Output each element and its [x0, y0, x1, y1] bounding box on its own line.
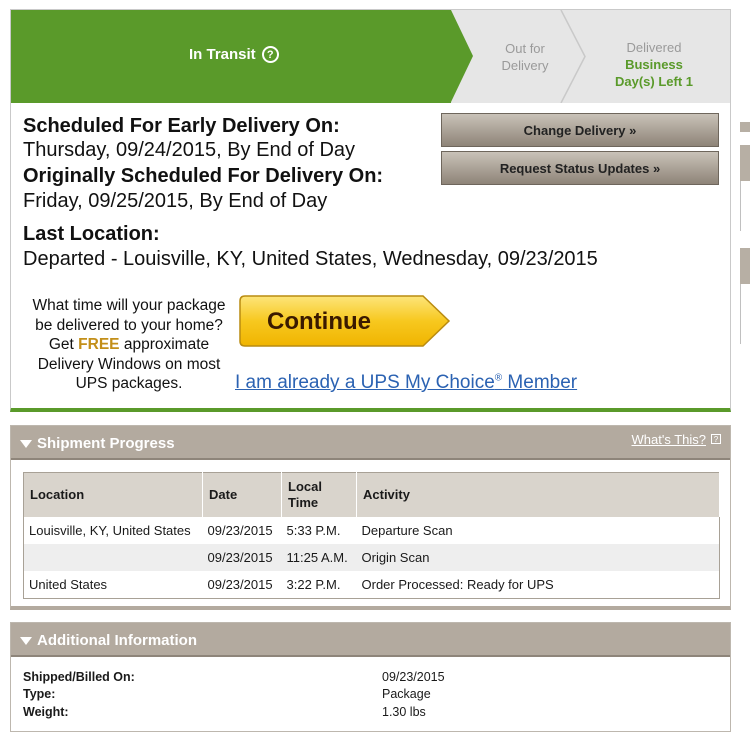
- table-row: Louisville, KY, United States 09/23/2015…: [24, 517, 720, 544]
- continue-label: Continue: [267, 308, 371, 335]
- right-sidebar-fragment: [740, 145, 750, 181]
- row-location: Louisville, KY, United States: [29, 523, 191, 538]
- type-value: Package: [382, 687, 431, 701]
- step-arrow: [451, 10, 473, 102]
- table-row: United States 09/23/2015 3:22 P.M. Order…: [24, 571, 720, 599]
- right-sidebar-fragment: [740, 284, 741, 344]
- change-delivery-button[interactable]: Change Delivery »: [441, 113, 719, 147]
- last-location-value: Departed - Louisville, KY, United States…: [23, 248, 598, 270]
- row-date: 09/23/2015: [207, 523, 273, 538]
- column-location: Location: [23, 472, 203, 517]
- row-date: 09/23/2015: [207, 577, 273, 592]
- table-header-row: Location Date Local Time Activity: [23, 472, 720, 517]
- column-date: Date: [202, 472, 282, 517]
- row-date: 09/23/2015: [202, 544, 282, 571]
- column-local-time: Local Time: [281, 472, 357, 517]
- popup-icon[interactable]: ?: [711, 434, 721, 444]
- row-location: United States: [29, 577, 108, 592]
- shipped-billed-value: 09/23/2015: [382, 670, 445, 684]
- right-sidebar-fragment: [740, 248, 750, 284]
- step-delivered: Delivered Business Day(s) Left 1: [614, 40, 694, 89]
- shipment-progress-table: Location Date Local Time Activity Louisv…: [23, 472, 720, 599]
- my-choice-promo-text: What time will your package be delivered…: [32, 297, 226, 392]
- table-row: 09/23/2015 11:25 A.M. Origin Scan: [23, 544, 720, 571]
- help-icon[interactable]: ?: [261, 46, 279, 63]
- row-activity: Departure Scan: [361, 523, 453, 538]
- row-time: 3:22 P.M.: [286, 577, 341, 592]
- last-location-label: Last Location:: [23, 223, 160, 245]
- row-time: 11:25 A.M.: [281, 544, 357, 571]
- whats-this-link[interactable]: What's This?: [632, 432, 707, 447]
- tracking-progress-bar: In Transit ? Out for Delivery Delivered …: [11, 10, 730, 103]
- shipment-progress-title: Shipment Progress: [37, 435, 175, 452]
- column-activity: Activity: [356, 472, 720, 517]
- early-delivery-label: Scheduled For Early Delivery On:: [23, 115, 340, 137]
- additional-information-title: Additional Information: [37, 632, 197, 649]
- row-activity: Origin Scan: [356, 544, 720, 571]
- original-delivery-label: Originally Scheduled For Delivery On:: [23, 165, 384, 187]
- shipment-progress-panel: Shipment Progress What's This? ? Locatio…: [10, 425, 731, 610]
- step-out-for-delivery: Out for Delivery: [501, 41, 549, 73]
- collapse-triangle-icon: [20, 440, 32, 448]
- row-time: 5:33 P.M.: [286, 523, 341, 538]
- row-activity: Order Processed: Ready for UPS: [361, 577, 554, 592]
- right-sidebar-fragment: [740, 122, 750, 132]
- delivery-card: In Transit ? Out for Delivery Delivered …: [10, 9, 731, 412]
- additional-information-header[interactable]: Additional Information: [11, 623, 730, 657]
- additional-information-panel: Additional Information Shipped/Billed On…: [10, 622, 731, 732]
- collapse-triangle-icon: [20, 637, 32, 645]
- row-location: [23, 544, 203, 571]
- weight-value: 1.30 lbs: [382, 705, 426, 719]
- shipment-progress-header[interactable]: Shipment Progress What's This? ?: [11, 426, 730, 460]
- my-choice-member-link[interactable]: I am already a UPS My Choice® Member: [235, 372, 577, 394]
- request-status-updates-button[interactable]: Request Status Updates »: [441, 151, 719, 185]
- early-delivery-value: Thursday, 09/24/2015, By End of Day: [23, 139, 356, 161]
- right-sidebar-fragment: [740, 181, 741, 231]
- original-delivery-value: Friday, 09/25/2015, By End of Day: [23, 190, 328, 212]
- shipped-billed-label: Shipped/Billed On:: [23, 670, 135, 684]
- type-label: Type:: [23, 687, 56, 701]
- continue-button[interactable]: Continue: [239, 295, 451, 347]
- step-in-transit-label: In Transit ?: [189, 46, 279, 63]
- weight-label: Weight:: [23, 705, 69, 719]
